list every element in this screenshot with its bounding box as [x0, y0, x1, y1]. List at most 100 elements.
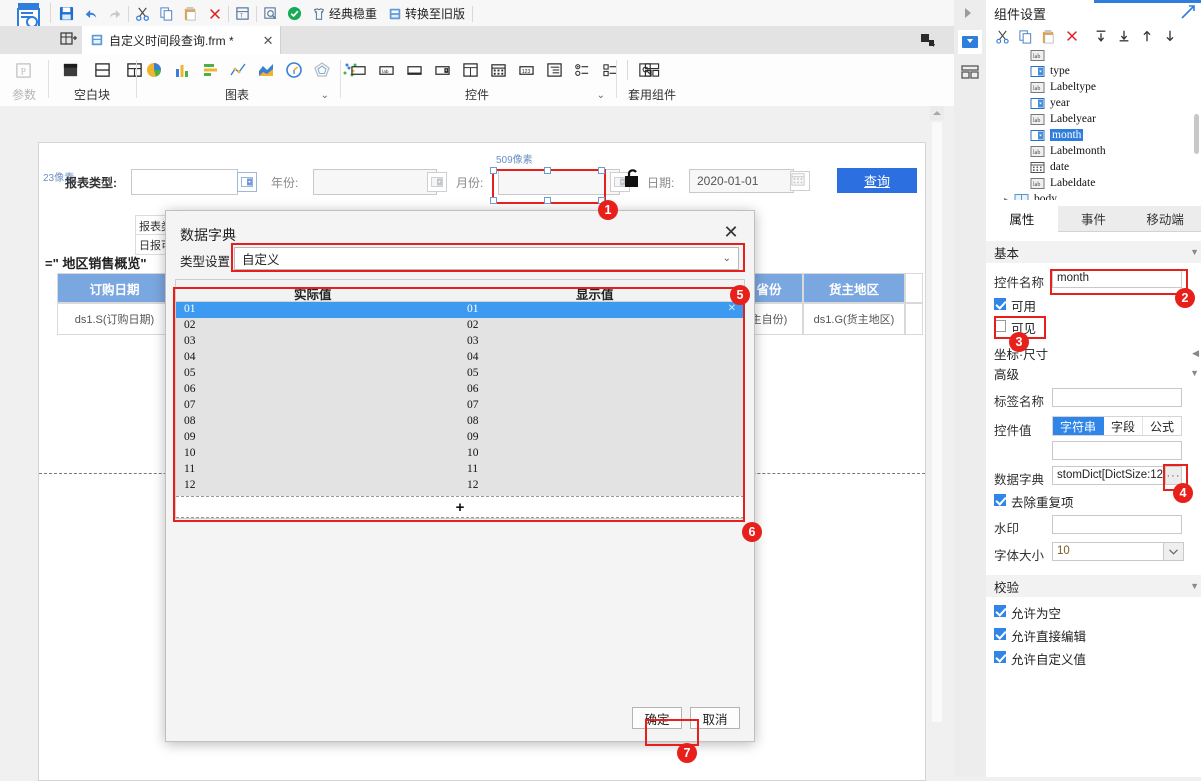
tab-custom-period-query[interactable]: 自定义时间段查询.frm * ✕	[82, 26, 281, 54]
delete-icon[interactable]	[1063, 28, 1080, 45]
tree-item-partial[interactable]: lab	[1030, 50, 1050, 63]
tab-events[interactable]: 事件	[1057, 206, 1130, 232]
section-advanced[interactable]: 高级 ▼	[986, 362, 1201, 384]
new-tab-icon[interactable]	[60, 31, 78, 49]
chevron-down-icon[interactable]: ▼	[1190, 247, 1199, 257]
chevron-down-icon[interactable]: ⌄	[723, 253, 731, 264]
tab-properties[interactable]: 属性	[986, 206, 1058, 232]
tree-expand-caret-icon[interactable]: ▸	[1004, 195, 1008, 201]
copy-icon[interactable]	[1017, 28, 1034, 45]
datepicker-icon[interactable]	[487, 59, 509, 81]
parameter-icon[interactable]: P	[12, 59, 34, 81]
report-type-combo-icon[interactable]	[237, 172, 257, 192]
field-input-date[interactable]: 2020-01-01	[689, 169, 794, 193]
align-bottom-icon[interactable]	[1115, 28, 1132, 45]
component-tree[interactable]: lab type lab Labeltype year lab Labelyea…	[986, 50, 1201, 200]
rail-components-button[interactable]	[958, 60, 982, 84]
add-row-button[interactable]: +	[176, 496, 744, 518]
save-icon[interactable]	[56, 3, 77, 24]
hbar-chart-icon[interactable]	[199, 59, 221, 81]
tree-item-year[interactable]: year	[1030, 95, 1070, 111]
paste-icon[interactable]	[1040, 28, 1057, 45]
line-chart-icon[interactable]	[227, 59, 249, 81]
table-row[interactable]: 02 02	[176, 318, 744, 334]
tab-overflow-icon[interactable]	[920, 32, 936, 48]
chevron-left-icon[interactable]: ◀	[1192, 348, 1199, 359]
delete-icon[interactable]	[204, 3, 225, 24]
dictionary-table[interactable]: 实际值 显示值 01 01 ✕ 02 02 03 03 04 04 05 05 …	[175, 279, 745, 519]
treebox-icon[interactable]	[543, 59, 565, 81]
table-row[interactable]: 12 12	[176, 478, 744, 494]
font-size-input[interactable]: 10	[1052, 542, 1164, 561]
template-icon[interactable]: T	[232, 3, 253, 24]
table-row[interactable]: 06 06	[176, 382, 744, 398]
preview-icon[interactable]	[260, 3, 281, 24]
table-row[interactable]: 07 07	[176, 398, 744, 414]
tab-close-icon[interactable]: ✕	[263, 34, 274, 47]
area-chart-icon[interactable]	[255, 59, 277, 81]
table-row[interactable]: 09 09	[176, 430, 744, 446]
tree-item-type[interactable]: type	[1030, 63, 1070, 79]
radio-icon[interactable]	[571, 59, 593, 81]
combobox-icon[interactable]	[431, 59, 453, 81]
year-combo-icon[interactable]	[427, 172, 447, 192]
tab-mobile[interactable]: 移动端	[1129, 206, 1201, 232]
apply-widget-icon[interactable]	[641, 59, 663, 81]
copy-icon[interactable]	[156, 3, 177, 24]
chevron-down-icon[interactable]: ▼	[1190, 581, 1199, 591]
ok-button[interactable]: 确定	[632, 707, 682, 729]
gauge-icon[interactable]	[283, 59, 305, 81]
tree-scrollbar[interactable]	[1194, 114, 1199, 154]
listbox-icon[interactable]	[459, 59, 481, 81]
table-row[interactable]: 04 04	[176, 350, 744, 366]
cancel-button[interactable]: 取消	[690, 707, 740, 729]
tree-item-labeltype[interactable]: lab Labeltype	[1030, 79, 1096, 95]
table-row[interactable]: 05 05	[176, 366, 744, 382]
check-icon[interactable]	[284, 3, 305, 24]
allow-custom-checkbox[interactable]	[994, 651, 1006, 663]
split-icon[interactable]	[91, 59, 113, 81]
textarea-icon[interactable]	[403, 59, 425, 81]
widget-value-type-segmented[interactable]: 字符串 字段 公式	[1052, 416, 1183, 436]
redo-icon[interactable]	[104, 3, 125, 24]
pie-chart-icon[interactable]	[143, 59, 165, 81]
align-top-icon[interactable]	[1092, 28, 1109, 45]
widget-value-input[interactable]	[1052, 441, 1182, 460]
table-row[interactable]: 08 08	[176, 414, 744, 430]
chevron-down-icon[interactable]: ▼	[1190, 368, 1199, 378]
table-row[interactable]: 10 10	[176, 446, 744, 462]
widget-name-input[interactable]: month	[1052, 269, 1182, 288]
tree-item-labelyear[interactable]: lab Labelyear	[1030, 111, 1096, 127]
query-button[interactable]: 查询	[837, 168, 917, 193]
type-setting-select[interactable]: 自定义 ⌄	[234, 247, 739, 270]
cut-icon[interactable]	[994, 28, 1011, 45]
scroll-track[interactable]	[932, 122, 942, 722]
label-name-input[interactable]	[1052, 388, 1182, 407]
chart-group-expand-icon[interactable]: ⌄	[321, 90, 329, 101]
tree-item-labeldate[interactable]: lab Labeldate	[1030, 175, 1095, 191]
row-remove-icon[interactable]: ✕	[728, 303, 736, 314]
seg-string[interactable]: 字符串	[1053, 417, 1105, 435]
field-input-year[interactable]	[313, 169, 437, 195]
tree-item-date[interactable]: date	[1030, 159, 1069, 175]
watermark-input[interactable]	[1052, 515, 1182, 534]
enabled-checkbox[interactable]	[994, 298, 1006, 310]
dialog-close-icon[interactable]: ✕	[720, 221, 742, 243]
paste-icon[interactable]	[180, 3, 201, 24]
field-input-report-type[interactable]	[131, 169, 238, 195]
dedup-checkbox[interactable]	[994, 494, 1006, 506]
move-down-icon[interactable]	[1161, 28, 1178, 45]
canvas-vertical-scrollbar[interactable]	[930, 106, 944, 777]
radar-icon[interactable]	[311, 59, 333, 81]
bar-chart-icon[interactable]	[171, 59, 193, 81]
tree-item-labelmonth[interactable]: lab Labelmonth	[1030, 143, 1106, 159]
data-dict-browse-button[interactable]: ···	[1165, 466, 1182, 485]
seg-field[interactable]: 字段	[1104, 417, 1144, 435]
seg-formula[interactable]: 公式	[1143, 417, 1182, 435]
data-dict-input[interactable]: stomDict[DictSize:12]	[1052, 466, 1165, 485]
expand-icon[interactable]	[1181, 5, 1195, 19]
widget-group-expand-icon[interactable]: ⌄	[597, 90, 605, 101]
allow-direct-edit-checkbox[interactable]	[994, 628, 1006, 640]
scroll-up-icon[interactable]	[930, 106, 944, 120]
data-dictionary-dialog[interactable]: 数据字典 ✕ 类型设置 自定义 ⌄ 实际值 显示值 01 01 ✕ 02 02	[165, 210, 755, 742]
